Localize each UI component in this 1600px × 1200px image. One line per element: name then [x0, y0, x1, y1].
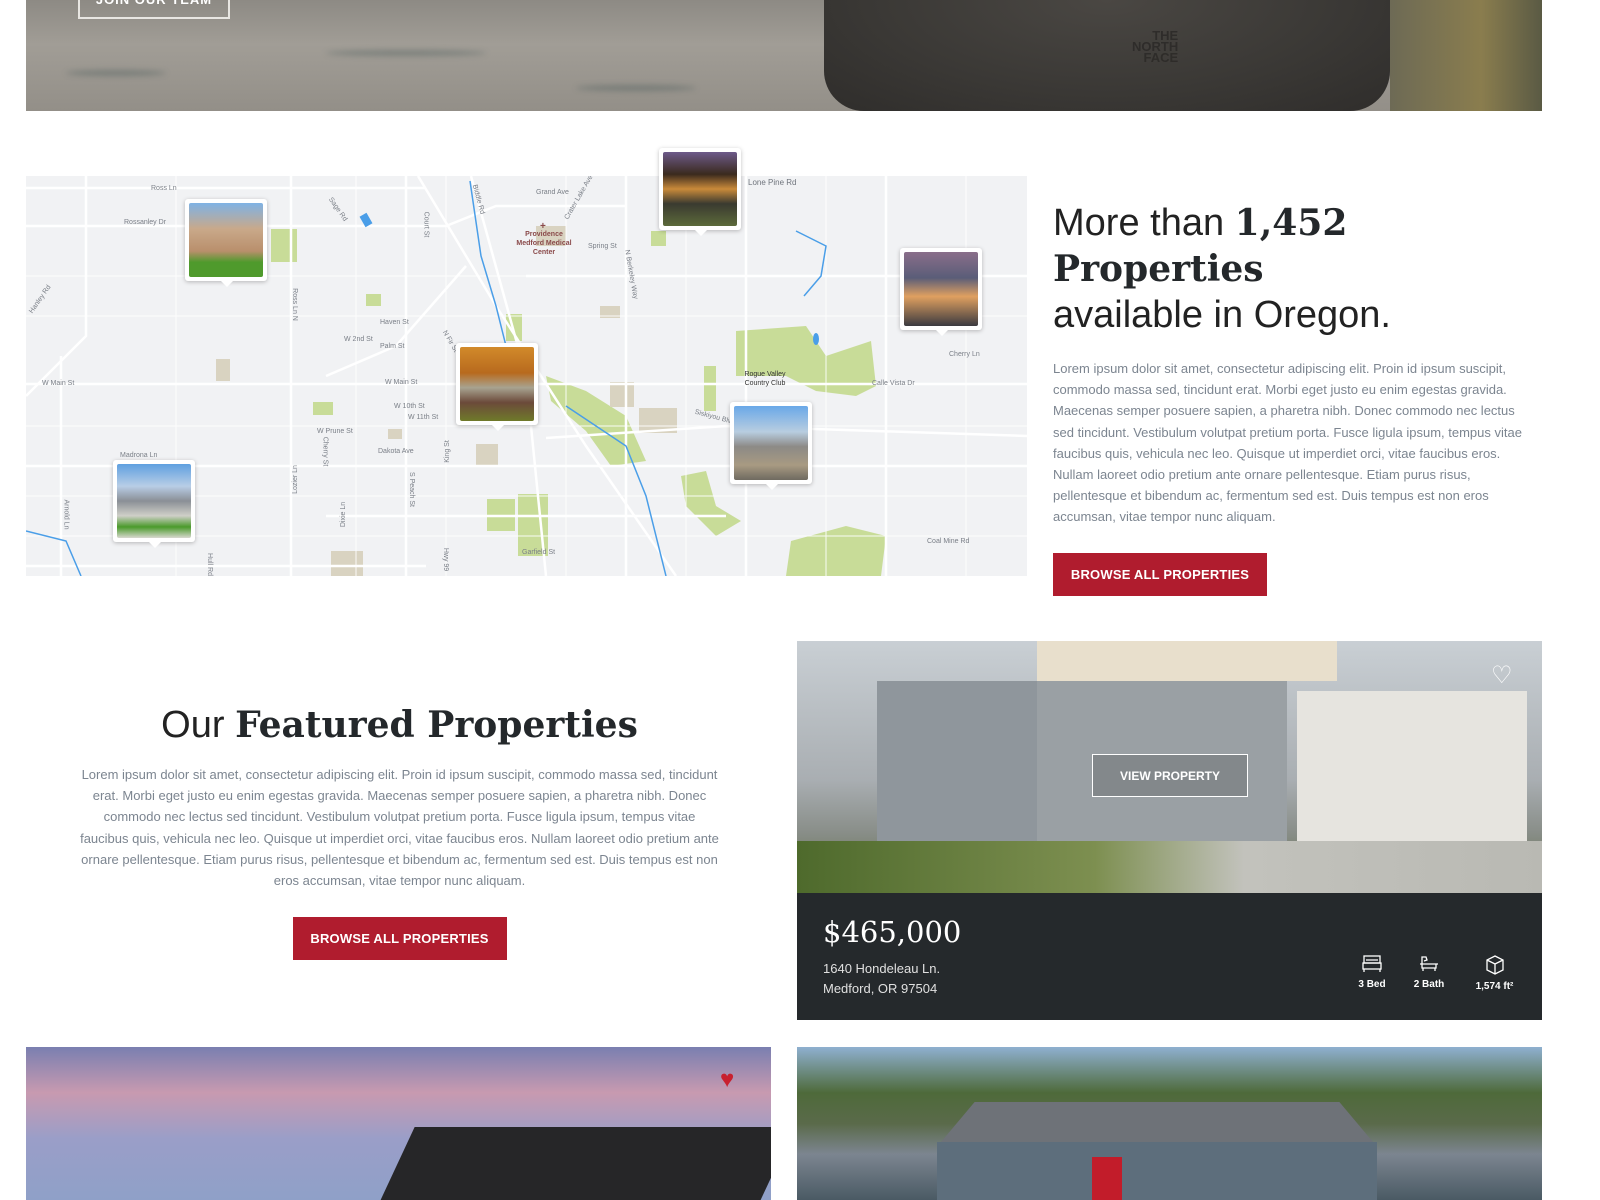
map-label: S Peach St	[408, 471, 416, 508]
intro-section: More than 1,452 Properties available in O…	[1053, 200, 1543, 596]
map-label: W Main St	[385, 379, 418, 386]
map-label: Dixie Ln	[340, 501, 348, 528]
country-club-label: Rogue Valley Country Club	[744, 371, 786, 387]
intro-body: Lorem ipsum dolor sit amet, consectetur …	[1053, 361, 1522, 525]
map-label: W Prune St	[317, 428, 353, 435]
bathtub-icon	[1420, 956, 1438, 971]
map-label: Calle Vista Dr	[872, 380, 915, 387]
map-label: Hwy 99	[442, 547, 450, 572]
browse-all-properties-button[interactable]: BROWSE ALL PROPERTIES	[1053, 552, 1267, 596]
bath-stat: 2 Bath	[1408, 955, 1450, 990]
join-our-team-button[interactable]: JOIN OUR TEAM	[78, 0, 230, 19]
map-label: Cherry Ln	[949, 351, 980, 358]
map-label: W 10th St	[394, 403, 425, 410]
map-label: Court St	[422, 211, 430, 238]
map-label: Ross Ln	[151, 185, 177, 192]
favorite-heart-filled-icon[interactable]: ♥	[720, 1068, 734, 1092]
property-info-panel: $465,000 1640 Hondeleau Ln. Medford, OR 9…	[797, 893, 1542, 1020]
map-label: Grand Ave	[536, 189, 569, 196]
property-address: 1640 Hondeleau Ln. Medford, OR 97504	[823, 961, 941, 996]
map-label: Spring St	[588, 243, 617, 250]
featured-section: Our Featured Properties Lorem ipsum dolo…	[78, 700, 721, 961]
map-label: Rossanley Dr	[124, 219, 167, 226]
map-marker-property[interactable]	[659, 148, 741, 236]
hero-person-photo	[824, 0, 1390, 111]
map-label: Garfield St	[522, 549, 556, 556]
map-label: W 2nd St	[344, 336, 373, 343]
property-card-photo[interactable]	[26, 1047, 771, 1200]
map-marker-property[interactable]	[185, 199, 267, 287]
map-label: Haven St	[380, 319, 409, 326]
bed-stat: 3 Bed	[1352, 955, 1392, 990]
hospital-icon: +	[540, 221, 546, 232]
intro-heading: More than 1,452 Properties available in O…	[1053, 202, 1391, 336]
map-label: W 11th St	[408, 414, 439, 421]
browse-all-properties-button-2[interactable]: BROWSE ALL PROPERTIES	[292, 917, 507, 961]
map-label: Coal Mine Rd	[927, 538, 970, 545]
map-marker-property[interactable]	[730, 402, 812, 490]
favorite-heart-icon[interactable]: ♡	[1491, 664, 1513, 688]
featured-heading: Our Featured Properties	[161, 704, 638, 746]
map-label: Dakota Ave	[378, 448, 414, 455]
map-label: W Main St	[42, 380, 75, 387]
map-label: Lozier Ln	[291, 465, 299, 494]
area-stat: 1,574 ft²	[1467, 955, 1522, 992]
hero-banner: THE NORTH FACE	[26, 0, 1542, 111]
map-label: Madrona Ln	[120, 452, 158, 459]
property-price: $465,000	[823, 915, 962, 949]
cube-icon	[1485, 955, 1504, 975]
hospital-label: Providence Medford Medical Center	[516, 231, 572, 256]
map-label: Arnold Ln	[62, 499, 70, 530]
featured-body: Lorem ipsum dolor sit amet, consectetur …	[80, 767, 719, 889]
map-label: Cherry St	[321, 436, 329, 467]
map-label: Hull Rd	[205, 553, 213, 576]
map-label: King St	[443, 440, 451, 463]
map-marker-property[interactable]	[113, 460, 195, 548]
shirt-logo: THE NORTH FACE	[1132, 28, 1179, 65]
view-property-button[interactable]: VIEW PROPERTY	[1092, 754, 1248, 797]
map-label: Palm St	[380, 343, 405, 350]
map-label: Ross Ln N	[290, 288, 298, 321]
map-label: Lone Pine Rd	[748, 178, 797, 187]
property-card-photo[interactable]	[797, 1047, 1542, 1200]
map-marker-property[interactable]	[456, 343, 538, 431]
map-marker-property[interactable]	[900, 248, 982, 336]
bed-icon	[1362, 955, 1382, 972]
